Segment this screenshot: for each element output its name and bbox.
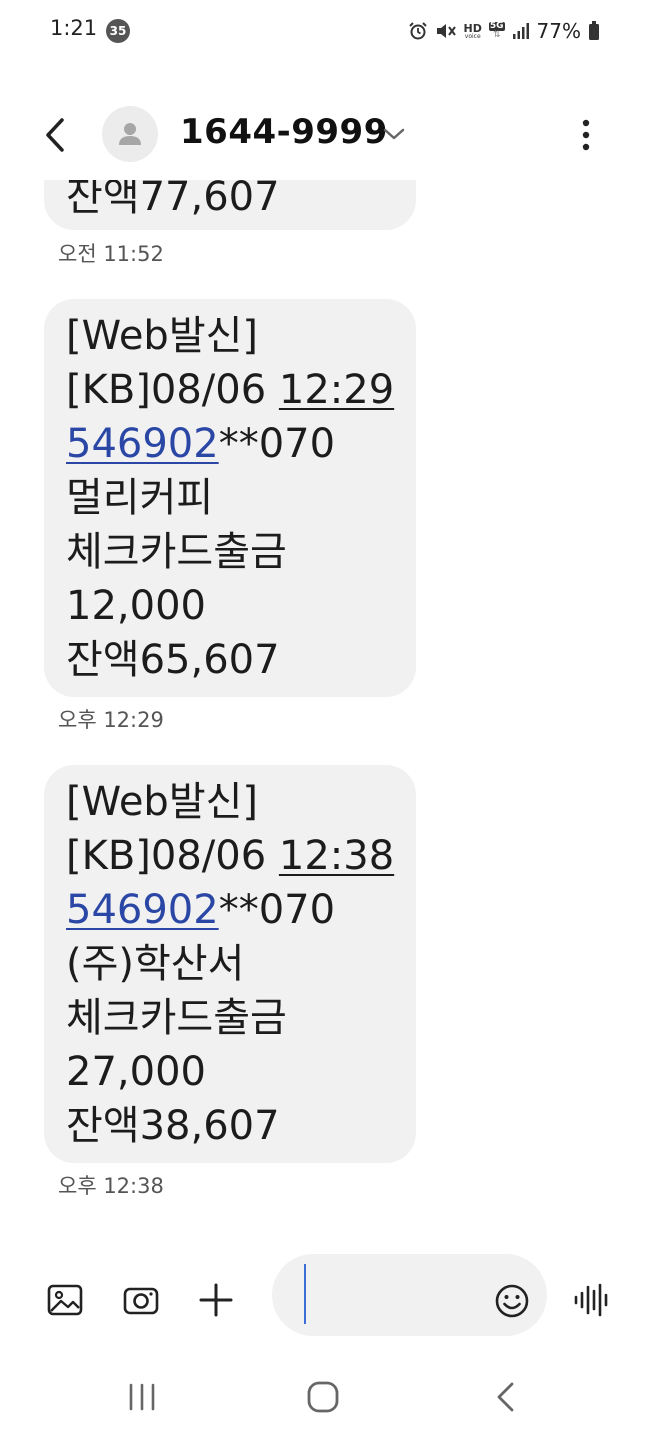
merchant-name: (주)학산서 — [66, 941, 245, 987]
message-bubble[interactable]: 잔액77,607 — [44, 180, 416, 230]
home-icon[interactable] — [306, 1380, 340, 1414]
message-line: (주)학산서 — [66, 937, 394, 991]
balance-text: 잔액77,607 — [66, 180, 280, 220]
mute-icon — [436, 24, 456, 38]
battery-icon — [589, 21, 599, 40]
card-number-link[interactable]: 546902 — [66, 421, 219, 467]
transaction-time-link[interactable]: 12:38 — [279, 833, 394, 879]
bank-date: [KB]08/06 — [66, 367, 279, 413]
more-vert-icon[interactable] — [572, 114, 600, 156]
status-time: 1:21 — [50, 16, 98, 40]
message-bubble[interactable]: [Web발신] [KB]08/06 12:29 546902**070 멀리커피… — [44, 299, 416, 697]
back-icon[interactable] — [492, 1380, 518, 1414]
message-line: [KB]08/06 12:38 — [66, 829, 394, 883]
message-line: 잔액77,607 — [66, 180, 280, 224]
card-suffix: **070 — [218, 421, 336, 467]
message-line: [Web발신] — [66, 775, 394, 829]
message-input[interactable] — [272, 1254, 547, 1336]
message-line: [Web발신] — [66, 309, 394, 363]
voice-label: voice — [464, 32, 481, 40]
message-line: 잔액65,607 — [66, 633, 394, 687]
plus-icon[interactable] — [196, 1280, 236, 1320]
signal-icon — [512, 23, 529, 39]
status-icons: HD voice 5G ⇅ 77% — [408, 18, 600, 44]
transaction-amount: 27,000 — [66, 1049, 206, 1095]
5g-icon: 5G ⇅ — [488, 22, 505, 40]
text-caret — [304, 1264, 306, 1324]
message-line: 체크카드출금 — [66, 525, 394, 579]
bank-date: [KB]08/06 — [66, 833, 279, 879]
transaction-type: 체크카드출금 — [66, 995, 287, 1041]
transaction-type: 체크카드출금 — [66, 529, 287, 575]
message-line: 잔액38,607 — [66, 1099, 394, 1153]
voice-wave-icon[interactable] — [572, 1282, 612, 1318]
gallery-icon[interactable] — [45, 1280, 85, 1320]
conversation-header: 1644-9999 — [0, 90, 648, 180]
status-bar: 1:21 35 HD voice 5G ⇅ 77% — [0, 0, 648, 60]
back-icon[interactable] — [36, 112, 76, 158]
hd-label: HD — [463, 21, 482, 35]
message-composer — [0, 1252, 648, 1342]
battery-percent: 77% — [536, 19, 581, 43]
sender-tag: [Web발신] — [66, 779, 259, 825]
balance-text: 잔액65,607 — [66, 637, 280, 683]
transaction-amount: 12,000 — [66, 583, 206, 629]
message-line: 멀리커피 — [66, 471, 394, 525]
message-line: 12,000 — [66, 579, 394, 633]
balance-text: 잔액38,607 — [66, 1103, 280, 1149]
merchant-name: 멀리커피 — [66, 475, 214, 521]
emoji-icon[interactable] — [494, 1283, 530, 1319]
chevron-down-icon[interactable] — [380, 122, 408, 146]
transaction-time-link[interactable]: 12:29 — [279, 367, 394, 413]
hd-voice-icon: HD voice — [464, 23, 482, 40]
message-timestamp: 오후 12:29 — [58, 708, 164, 732]
data-arrows: ⇅ — [492, 30, 501, 40]
message-line: 546902**070 — [66, 417, 394, 471]
contact-name[interactable]: 1644-9999 — [180, 112, 388, 152]
notification-count-badge: 35 — [106, 19, 130, 43]
alarm-icon — [408, 22, 427, 40]
avatar[interactable] — [102, 106, 158, 162]
message-line: 체크카드출금 — [66, 991, 394, 1045]
system-nav-bar — [0, 1360, 648, 1440]
message-bubble[interactable]: [Web발신] [KB]08/06 12:38 546902**070 (주)학… — [44, 765, 416, 1163]
card-suffix: **070 — [218, 887, 336, 933]
message-timestamp: 오후 12:38 — [58, 1174, 164, 1198]
camera-icon[interactable] — [121, 1280, 161, 1320]
message-line: 27,000 — [66, 1045, 394, 1099]
message-list[interactable]: 잔액77,607 오전 11:52 [Web발신] [KB]08/06 12:2… — [0, 180, 648, 1230]
messages-screen: 1:21 35 HD voice 5G ⇅ 77% 1644-9999 잔액77… — [0, 0, 648, 1440]
sender-tag: [Web발신] — [66, 313, 259, 359]
card-number-link[interactable]: 546902 — [66, 887, 219, 933]
message-line: 546902**070 — [66, 883, 394, 937]
message-timestamp: 오전 11:52 — [58, 242, 164, 266]
message-line: [KB]08/06 12:29 — [66, 363, 394, 417]
recents-icon[interactable] — [126, 1382, 158, 1412]
avatar-icon — [119, 123, 141, 145]
